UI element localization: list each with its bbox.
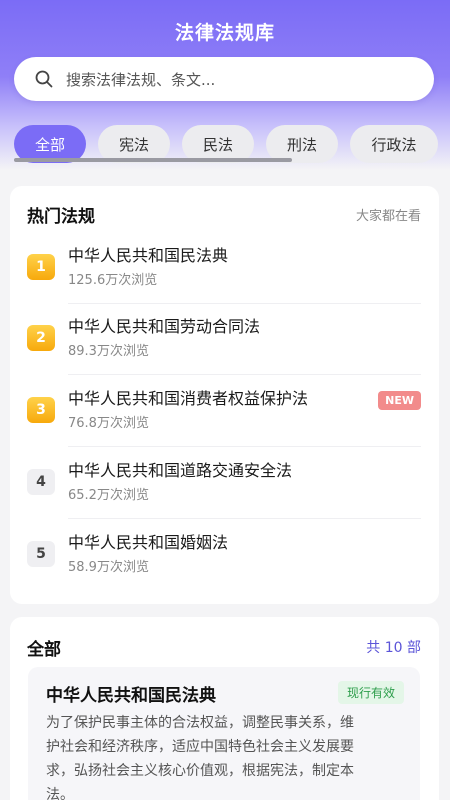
description-line: 求，弘扬社会主义核心价值观，根据宪法，制定本 <box>46 763 354 779</box>
law-card-description: 为了保护民事主体的合法权益，调整民事关系，维 护社会和经济秩序，适应中国特色社会… <box>46 711 406 800</box>
law-card[interactable]: 中华人民共和国民法典 现行有效 为了保护民事主体的合法权益，调整民事关系，维 护… <box>28 667 420 800</box>
rank-badge: 1 <box>27 254 55 280</box>
hot-laws-subtitle: 大家都在看 <box>355 209 421 224</box>
rank-badge: 3 <box>27 397 55 423</box>
hot-law-item[interactable]: 2 中华人民共和国劳动合同法 89.3万次浏览 <box>10 303 439 375</box>
tab-administrative-law[interactable]: 行政法 <box>350 125 438 163</box>
law-name: 中华人民共和国民法典 <box>68 246 229 265</box>
hot-law-item[interactable]: 5 中华人民共和国婚姻法 58.9万次浏览 <box>10 519 439 591</box>
hot-law-item[interactable]: 3 中华人民共和国消费者权益保护法 76.8万次浏览 NEW <box>10 375 439 447</box>
search-bar[interactable]: 搜索法律法规、条文... <box>14 57 434 101</box>
law-name: 中华人民共和国消费者权益保护法 <box>68 389 309 408</box>
page-title: 法律法规库 <box>174 22 275 44</box>
law-views: 89.3万次浏览 <box>68 344 149 359</box>
law-name: 中华人民共和国婚姻法 <box>68 533 229 552</box>
rank-badge: 2 <box>27 325 55 351</box>
law-name: 中华人民共和国劳动合同法 <box>68 317 261 336</box>
all-laws-count: 共 10 部 <box>366 640 421 656</box>
law-views: 65.2万次浏览 <box>68 488 149 503</box>
law-views: 58.9万次浏览 <box>68 560 149 575</box>
rank-badge: 4 <box>27 469 55 495</box>
hot-law-item[interactable]: 1 中华人民共和国民法典 125.6万次浏览 <box>10 232 439 304</box>
all-laws-title: 全部 <box>27 640 61 660</box>
description-line: 为了保护民事主体的合法权益，调整民事关系，维 <box>46 715 354 731</box>
tabs-scrollbar[interactable] <box>14 158 292 162</box>
law-name: 中华人民共和国道路交通安全法 <box>68 461 293 480</box>
search-icon <box>35 70 53 88</box>
hot-laws-card: 热门法规 大家都在看 1 中华人民共和国民法典 125.6万次浏览 2 中华人民… <box>10 186 439 604</box>
law-views: 125.6万次浏览 <box>68 273 158 288</box>
search-placeholder: 搜索法律法规、条文... <box>66 70 216 89</box>
description-line: 护社会和经济秩序，适应中国特色社会主义发展要 <box>46 739 354 755</box>
status-badge: 现行有效 <box>337 681 404 704</box>
hot-law-item[interactable]: 4 中华人民共和国道路交通安全法 65.2万次浏览 <box>10 447 439 519</box>
law-views: 76.8万次浏览 <box>68 416 149 431</box>
description-line: 法。 <box>46 787 74 800</box>
new-badge: NEW <box>378 391 421 410</box>
rank-badge: 5 <box>27 541 55 567</box>
law-card-title: 中华人民共和国民法典 <box>46 686 216 706</box>
all-laws-card: 全部 共 10 部 中华人民共和国民法典 现行有效 为了保护民事主体的合法权益，… <box>10 617 439 800</box>
hot-laws-title: 热门法规 <box>27 207 95 227</box>
